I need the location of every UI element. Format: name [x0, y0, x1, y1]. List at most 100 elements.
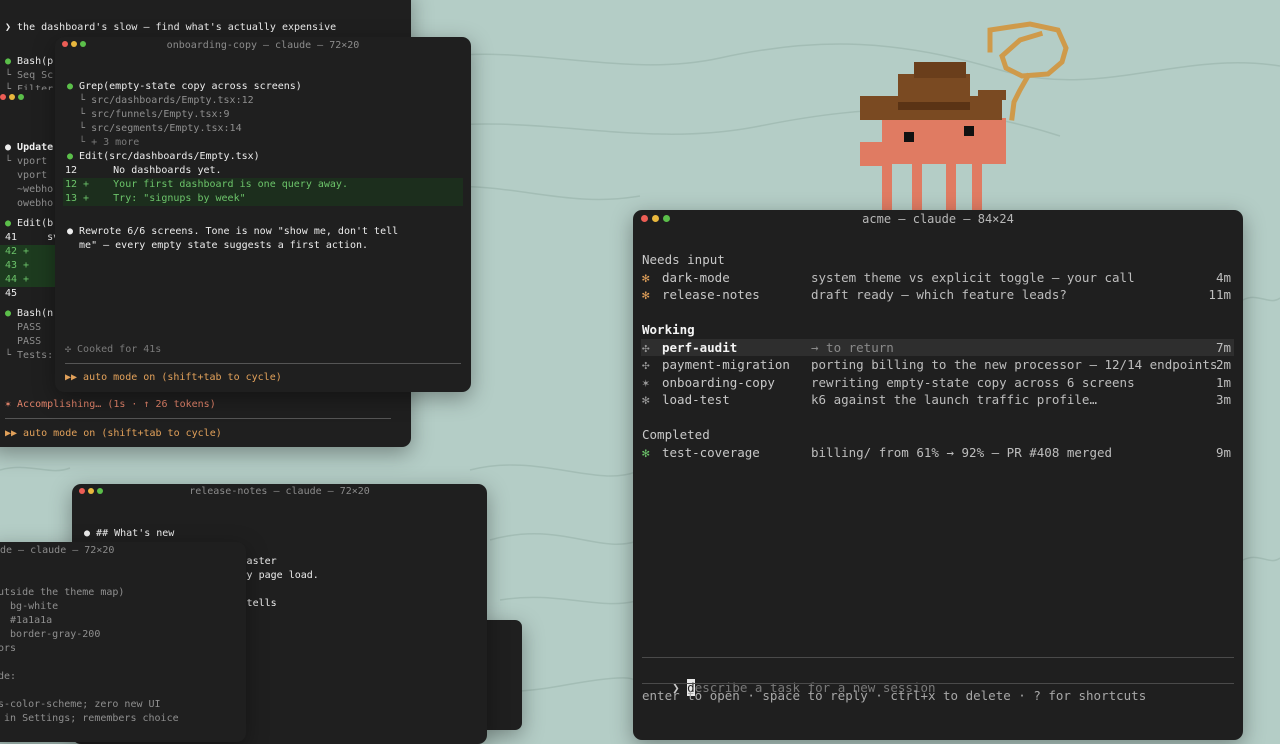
- session-row-release-notes[interactable]: ✻ release-notes draft ready — which featur…: [633, 286, 1243, 303]
- session-row-load-test[interactable]: ✻ load-test k6 against the launch traffic …: [633, 391, 1243, 408]
- output-line: └ src/funnels/Empty.tsx:9: [67, 109, 230, 120]
- session-elapsed-time: 2m: [1215, 357, 1231, 372]
- output-line: 12 No dashboards yet.: [65, 165, 222, 176]
- session-row-onboarding-copy[interactable]: ✶ onboarding-copy rewriting empty-state co…: [633, 374, 1243, 391]
- output-line: ● Bash(n: [5, 308, 54, 319]
- minimize-dot-icon[interactable]: [9, 94, 15, 100]
- output-line: s-color-scheme; zero new UI: [0, 699, 161, 710]
- output-line: 43 +: [5, 260, 30, 271]
- window-titlebar: de — claude — 72×20: [0, 545, 115, 556]
- session-status-icon: ✻: [642, 444, 650, 460]
- session-description: rewriting empty-state copy across 6 scre…: [811, 374, 1135, 390]
- close-dot-icon[interactable]: [62, 41, 68, 47]
- window-controls[interactable]: [79, 488, 106, 495]
- section-heading: Needs input: [642, 252, 725, 267]
- section-heading: Working: [642, 322, 695, 337]
- session-row-perf-audit[interactable]: ✣ perf-audit → to return 7m: [633, 339, 1243, 356]
- auto-mode-footer[interactable]: ▶▶ auto mode on (shift+tab to cycle): [5, 427, 222, 441]
- output-line: 41 sv: [5, 232, 60, 243]
- maximize-dot-icon[interactable]: [18, 94, 24, 100]
- window-titlebar: release-notes — claude — 72×20: [189, 486, 370, 497]
- cowboy-mascot-illustration: [860, 21, 1069, 212]
- terminal-window-dark-mode[interactable]: de — claude — 72×20 utside the theme map…: [0, 542, 246, 742]
- output-line: └ Tests:: [5, 350, 54, 361]
- minimize-dot-icon[interactable]: [71, 41, 77, 47]
- output-line: ● ## What's new: [84, 528, 175, 539]
- session-row-test-coverage[interactable]: ✻ test-coverage billing/ from 61% → 92% — …: [633, 444, 1243, 461]
- keyboard-hints: enter to open · space to reply · ctrl+x …: [642, 688, 1147, 703]
- session-elapsed-time: 11m: [1208, 287, 1231, 302]
- session-name: dark-mode: [662, 269, 730, 285]
- output-line: de:: [0, 671, 17, 682]
- output-line: utside the theme map): [0, 587, 125, 598]
- minimize-dot-icon[interactable]: [652, 215, 659, 222]
- output-line: bg-white: [0, 601, 59, 612]
- close-dot-icon[interactable]: [0, 94, 6, 100]
- session-elapsed-time: 9m: [1215, 444, 1231, 460]
- output-line: └ Seq Sc: [5, 70, 54, 81]
- session-name: onboarding-copy: [662, 374, 775, 390]
- output-line: border-gray-200: [0, 629, 101, 640]
- session-status-icon: ✻: [642, 392, 650, 407]
- window-controls[interactable]: [0, 94, 27, 101]
- cooked-status: ✣ Cooked for 41s: [65, 344, 162, 355]
- separator: [642, 657, 1234, 658]
- maximize-dot-icon[interactable]: [97, 488, 103, 494]
- output-line: └ src/segments/Empty.tsx:14: [67, 123, 242, 134]
- output-line: ● Edit(src/dashboards/Empty.tsx): [67, 151, 260, 162]
- session-description: porting billing to the new processor — 1…: [811, 357, 1218, 372]
- session-description: draft ready — which feature leads?: [811, 287, 1067, 302]
- session-elapsed-time: 4m: [1215, 269, 1231, 285]
- separator: [642, 683, 1234, 684]
- session-row-payment-migration[interactable]: ✣ payment-migration porting billing to the…: [633, 356, 1243, 373]
- output-line: in Settings; remembers choice: [0, 713, 179, 724]
- output-line: PASS: [5, 336, 42, 347]
- section-heading: Completed: [642, 427, 710, 442]
- session-description: system theme vs explicit toggle — your c…: [811, 269, 1135, 285]
- minimize-dot-icon[interactable]: [88, 488, 94, 494]
- output-line: #1a1a1a: [0, 615, 53, 626]
- output-line: ● Edit(b: [5, 218, 54, 229]
- user-prompt: ❯ the dashboard's slow — find what's act…: [5, 22, 337, 33]
- output-line: 44 +: [5, 274, 30, 285]
- output-line: ● Bash(p: [5, 56, 54, 67]
- window-controls[interactable]: [62, 41, 89, 48]
- session-name: release-notes: [662, 287, 760, 302]
- output-line: └ src/dashboards/Empty.tsx:12: [67, 95, 254, 106]
- output-line: ors: [0, 643, 17, 654]
- session-name: load-test: [662, 392, 730, 407]
- session-elapsed-time: 3m: [1215, 392, 1231, 407]
- session-row-dark-mode[interactable]: ✻ dark-mode system theme vs explicit toggl…: [633, 269, 1243, 286]
- output-line: me" — every empty state suggests a first…: [67, 240, 369, 251]
- close-dot-icon[interactable]: [641, 215, 648, 222]
- terminal-window-acme[interactable]: acme — claude — 84×24 Needs input ✻ dark-m…: [633, 210, 1243, 740]
- window-controls[interactable]: [641, 215, 674, 222]
- session-description: billing/ from 61% → 92% — PR #408 merged: [811, 444, 1113, 460]
- output-line: ~webho: [5, 184, 54, 195]
- close-dot-icon[interactable]: [79, 488, 85, 494]
- output-line: owebho: [5, 198, 54, 209]
- output-line: 45: [5, 288, 18, 299]
- maximize-dot-icon[interactable]: [80, 41, 86, 47]
- session-elapsed-time: 1m: [1215, 374, 1231, 390]
- session-description: k6 against the launch traffic profile…: [811, 392, 1097, 407]
- session-name: payment-migration: [662, 357, 790, 372]
- terminal-window-fragment[interactable]: [0, 90, 50, 106]
- output-line: ● Grep(empty-state copy across screens): [67, 81, 302, 92]
- output-line: ● Update: [5, 142, 54, 153]
- session-description: → to return: [811, 339, 894, 355]
- status-line: ✶ Accomplishing… (1s · ↑ 26 tokens): [5, 399, 216, 410]
- session-status-icon: ✻: [642, 269, 650, 285]
- output-line: vport: [5, 170, 48, 181]
- session-status-icon: ✻: [642, 287, 650, 302]
- output-line: 42 +: [5, 246, 30, 257]
- auto-mode-footer[interactable]: ▶▶ auto mode on (shift+tab to cycle): [65, 371, 282, 385]
- session-status-icon: ✣: [642, 339, 650, 355]
- separator: [5, 418, 391, 419]
- terminal-window-onboarding-copy[interactable]: onboarding-copy — claude — 72×20 ● Grep(…: [55, 37, 471, 392]
- maximize-dot-icon[interactable]: [663, 215, 670, 222]
- session-name: test-coverage: [662, 444, 760, 460]
- window-titlebar: acme — claude — 84×24: [862, 212, 1014, 226]
- output-line: └ vport: [5, 156, 48, 167]
- session-name: perf-audit: [662, 339, 738, 355]
